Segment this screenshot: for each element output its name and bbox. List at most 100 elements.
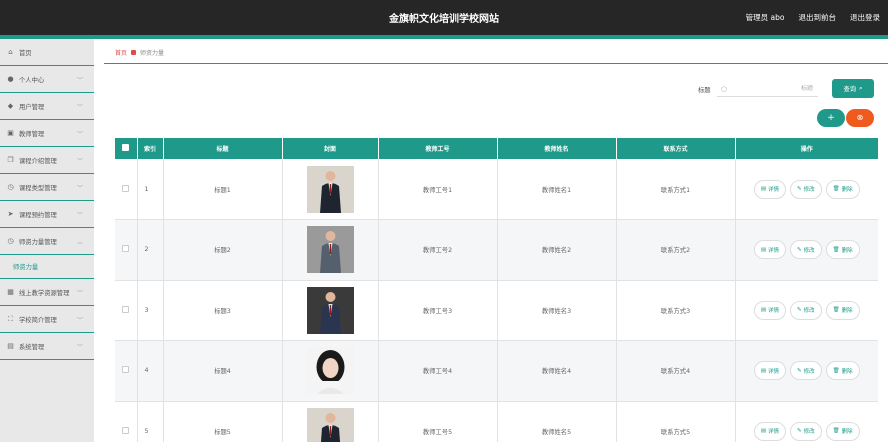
detail-button[interactable]: ▤ 详情 bbox=[753, 179, 787, 199]
query-button[interactable]: 查询 ⌕ bbox=[832, 79, 874, 98]
chevron-down-icon: ﹀ bbox=[76, 131, 83, 138]
sidebar-item[interactable]: ⛶ 学校简介管理 ﹀ bbox=[0, 306, 94, 333]
document-icon: ▤ bbox=[760, 428, 767, 435]
edit-button-label: 修改 bbox=[803, 187, 815, 193]
breadcrumb-home[interactable]: 首页 bbox=[115, 48, 127, 57]
cell-teacher-no: 教师工号1 bbox=[378, 159, 498, 220]
delete-button[interactable]: 🗑 删除 bbox=[825, 179, 860, 199]
sidebar-item-label: 教师管理 bbox=[19, 130, 45, 138]
detail-button[interactable]: ▤ 详情 bbox=[753, 240, 787, 260]
column-header: 教师工号 bbox=[378, 138, 498, 159]
sidebar-item[interactable]: ● 个人中心 ﹀ bbox=[0, 66, 94, 93]
sidebar-item[interactable]: ◆ 用户管理 ﹀ bbox=[0, 93, 94, 120]
sidebar-item-label: 用户管理 bbox=[19, 103, 45, 111]
detail-button[interactable]: ▤ 详情 bbox=[753, 421, 787, 441]
delete-button[interactable]: 🗑 删除 bbox=[825, 421, 860, 441]
pencil-icon: ✎ bbox=[797, 428, 802, 435]
search-input[interactable] bbox=[733, 85, 813, 92]
back-to-front-link[interactable]: 退出到前台 bbox=[799, 12, 837, 23]
chevron-up-icon: ︿ bbox=[76, 239, 83, 246]
column-header: 联系方式 bbox=[616, 138, 736, 159]
edit-button-label: 修改 bbox=[803, 247, 815, 254]
detail-button[interactable]: ▤ 详情 bbox=[753, 300, 787, 320]
detail-button-label: 详情 bbox=[768, 308, 780, 315]
teacher-table: 索引 标题 封面 教师工号 教师姓名 联系方式 操作 1 标题1 教师工号1 教师姓名… bbox=[115, 138, 878, 442]
select-all-checkbox[interactable] bbox=[122, 144, 130, 151]
logout-link[interactable]: 退出登录 bbox=[850, 12, 880, 23]
cover-image bbox=[306, 286, 354, 334]
cell-cover bbox=[282, 340, 379, 402]
cell-title: 标题1 bbox=[163, 159, 283, 220]
cell-contact: 联系方式5 bbox=[616, 401, 736, 442]
cell-teacher-no: 教师工号4 bbox=[378, 340, 498, 402]
cell-index: 4 bbox=[137, 340, 164, 402]
sidebar-item-label: 个人中心 bbox=[19, 76, 45, 84]
trash-icon: 🗑 bbox=[832, 307, 840, 314]
delete-button[interactable]: 🗑 删除 bbox=[825, 361, 860, 381]
row-checkbox[interactable] bbox=[122, 245, 130, 253]
sidebar-item[interactable]: ▦ 线上教学资源管理 ﹀ bbox=[0, 279, 94, 306]
cell-cover bbox=[282, 159, 379, 220]
sidebar-item[interactable]: ◷ 课程类型管理 ﹀ bbox=[0, 174, 94, 201]
cover-image bbox=[306, 407, 354, 442]
document-icon: ▤ bbox=[760, 186, 767, 192]
user-icon: ● bbox=[7, 75, 14, 83]
document-icon: ▤ bbox=[760, 246, 767, 253]
batch-delete-button[interactable]: ⊗ bbox=[846, 109, 874, 127]
sidebar-item-label: 系统管理 bbox=[19, 343, 45, 351]
edit-button[interactable]: ✎ 修改 bbox=[790, 421, 822, 441]
pencil-icon: ✎ bbox=[797, 186, 802, 192]
detail-button-label: 详情 bbox=[768, 247, 780, 254]
sidebar-subitem-teachers[interactable]: 师资力量 bbox=[0, 255, 94, 279]
sidebar-item[interactable]: ▤ 系统管理 ﹀ bbox=[0, 333, 94, 360]
cell-actions: ▤ 详情 ✎ 修改 🗑 删除 bbox=[735, 219, 878, 281]
main-content: 首页 师资力量 标题 ○ 查询 ⌕ + ⊗ 索引 标题 封面 教师工号 bbox=[94, 39, 888, 442]
column-header: 标题 bbox=[163, 138, 283, 159]
sidebar-item[interactable]: ◷ 师资力量管理 ︿ bbox=[0, 228, 94, 255]
sidebar-item[interactable]: ❐ 课程介绍管理 ﹀ bbox=[0, 147, 94, 174]
table-header-row: 索引 标题 封面 教师工号 教师姓名 联系方式 操作 bbox=[115, 138, 878, 159]
row-checkbox[interactable] bbox=[122, 366, 130, 374]
top-header: 金旗帜文化培训学校网站 管理员 abo 退出到前台 退出登录 bbox=[0, 0, 888, 35]
delete-button[interactable]: 🗑 删除 bbox=[825, 240, 860, 260]
document-icon: ▤ bbox=[760, 307, 767, 314]
column-header: 封面 bbox=[282, 138, 379, 159]
delete-button-label: 删除 bbox=[841, 187, 853, 193]
cell-teacher-name: 教师姓名3 bbox=[497, 280, 617, 341]
edit-button[interactable]: ✎ 修改 bbox=[790, 179, 822, 199]
clock-icon: ◷ bbox=[7, 183, 14, 191]
breadcrumb: 首页 师资力量 bbox=[115, 48, 164, 57]
cell-actions: ▤ 详情 ✎ 修改 🗑 删除 bbox=[735, 280, 878, 341]
sidebar-item-label: 课程类型管理 bbox=[19, 184, 57, 192]
edit-button[interactable]: ✎ 修改 bbox=[790, 300, 822, 320]
delete-button-label: 删除 bbox=[841, 368, 853, 375]
delete-button-label: 删除 bbox=[841, 308, 853, 315]
pencil-icon: ✎ bbox=[797, 367, 802, 374]
pencil-icon: ✎ bbox=[797, 307, 802, 314]
admin-user-label[interactable]: 管理员 abo bbox=[746, 12, 785, 23]
cell-cover bbox=[282, 280, 379, 341]
row-checkbox[interactable] bbox=[122, 184, 130, 192]
row-checkbox[interactable] bbox=[122, 426, 130, 434]
delete-button[interactable]: 🗑 删除 bbox=[825, 300, 860, 320]
chevron-down-icon: ﹀ bbox=[76, 317, 83, 324]
detail-button-label: 详情 bbox=[768, 429, 780, 436]
document-icon: ▤ bbox=[760, 367, 767, 374]
sidebar-item[interactable]: ⌂ 首页 bbox=[0, 39, 94, 66]
edit-button[interactable]: ✎ 修改 bbox=[790, 240, 822, 260]
cell-actions: ▤ 详情 ✎ 修改 🗑 删除 bbox=[735, 159, 878, 220]
chevron-down-icon: ﹀ bbox=[76, 344, 83, 351]
row-select-cell bbox=[115, 401, 138, 442]
add-button[interactable]: + bbox=[817, 109, 845, 127]
cell-contact: 联系方式4 bbox=[616, 340, 736, 402]
cell-index: 1 bbox=[137, 159, 164, 220]
detail-button[interactable]: ▤ 详情 bbox=[753, 361, 787, 381]
chevron-down-icon: ﹀ bbox=[76, 212, 83, 219]
edit-button[interactable]: ✎ 修改 bbox=[790, 361, 822, 381]
sidebar-item-label: 课程介绍管理 bbox=[19, 157, 57, 165]
row-checkbox[interactable] bbox=[122, 305, 130, 313]
sidebar-item[interactable]: ➤ 课程预约管理 ﹀ bbox=[0, 201, 94, 228]
sidebar-item[interactable]: ▣ 教师管理 ﹀ bbox=[0, 120, 94, 147]
sidebar: ⌂ 首页 ● 个人中心 ﹀ ◆ 用户管理 ﹀ ▣ 教师管理 ﹀ ❐ 课程介绍管理 ﹀ ◷ 课程类型管理 ﹀ ➤ 课程… bbox=[0, 39, 94, 442]
delete-button-label: 删除 bbox=[841, 429, 853, 436]
